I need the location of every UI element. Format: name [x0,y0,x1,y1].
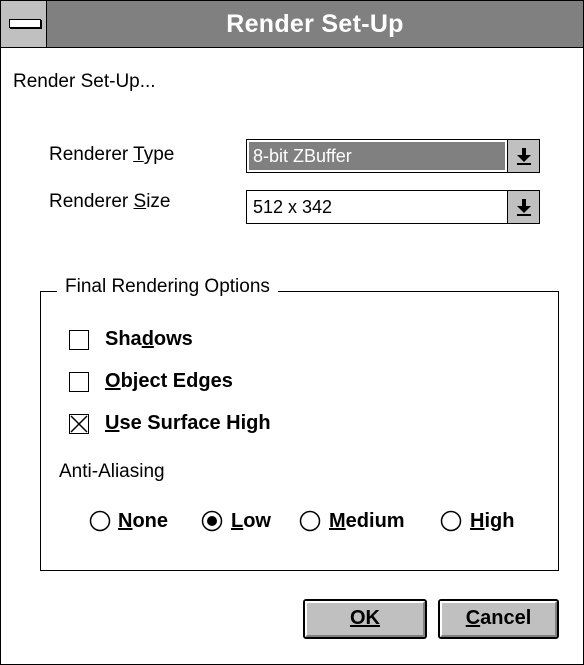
renderer-type-label: Renderer Type [49,144,175,165]
radio-medium-label[interactable]: Medium [329,510,405,533]
renderer-size-dropdown-button[interactable] [507,191,539,223]
final-rendering-options-label: Final Rendering Options [57,276,278,298]
anti-aliasing-label: Anti-Aliasing [59,461,165,482]
shadows-label[interactable]: Shadows [105,328,193,351]
radio-medium[interactable] [299,510,321,532]
cancel-button[interactable]: Cancel [438,599,559,639]
radio-high-label[interactable]: High [470,510,514,533]
radio-high[interactable] [440,510,462,532]
renderer-size-label: Renderer Size [49,191,171,212]
radio-low[interactable] [201,510,223,532]
radio-none[interactable] [89,510,111,532]
down-arrow-icon [517,148,531,165]
down-arrow-icon [517,199,531,216]
check-x-icon [70,415,88,433]
shadows-checkbox[interactable] [69,330,89,350]
renderer-type-select[interactable]: 8-bit ZBuffer [246,139,540,173]
system-menu-button[interactable] [1,1,47,47]
dialog-heading: Render Set-Up... [13,71,156,92]
title-bar[interactable]: Render Set-Up [1,1,583,48]
ok-button[interactable]: OK [303,599,427,639]
object-edges-label[interactable]: Object Edges [105,370,233,393]
renderer-size-value: 512 x 342 [253,197,333,217]
renderer-size-select[interactable]: 512 x 342 [246,190,540,224]
render-setup-dialog: Render Set-Up Render Set-Up... Renderer … [0,0,584,665]
use-surface-high-label[interactable]: Use Surface High [105,412,271,435]
cancel-button-label: Cancel [465,607,532,629]
renderer-type-dropdown-button[interactable] [507,140,539,172]
ok-button-label: OK [350,607,380,629]
system-menu-icon [9,19,41,28]
window-title: Render Set-Up [226,10,404,38]
use-surface-high-checkbox[interactable] [69,414,89,434]
radio-low-label[interactable]: Low [231,510,271,533]
renderer-type-value: 8-bit ZBuffer [249,142,505,170]
radio-none-label[interactable]: None [118,510,168,533]
object-edges-checkbox[interactable] [69,372,89,392]
